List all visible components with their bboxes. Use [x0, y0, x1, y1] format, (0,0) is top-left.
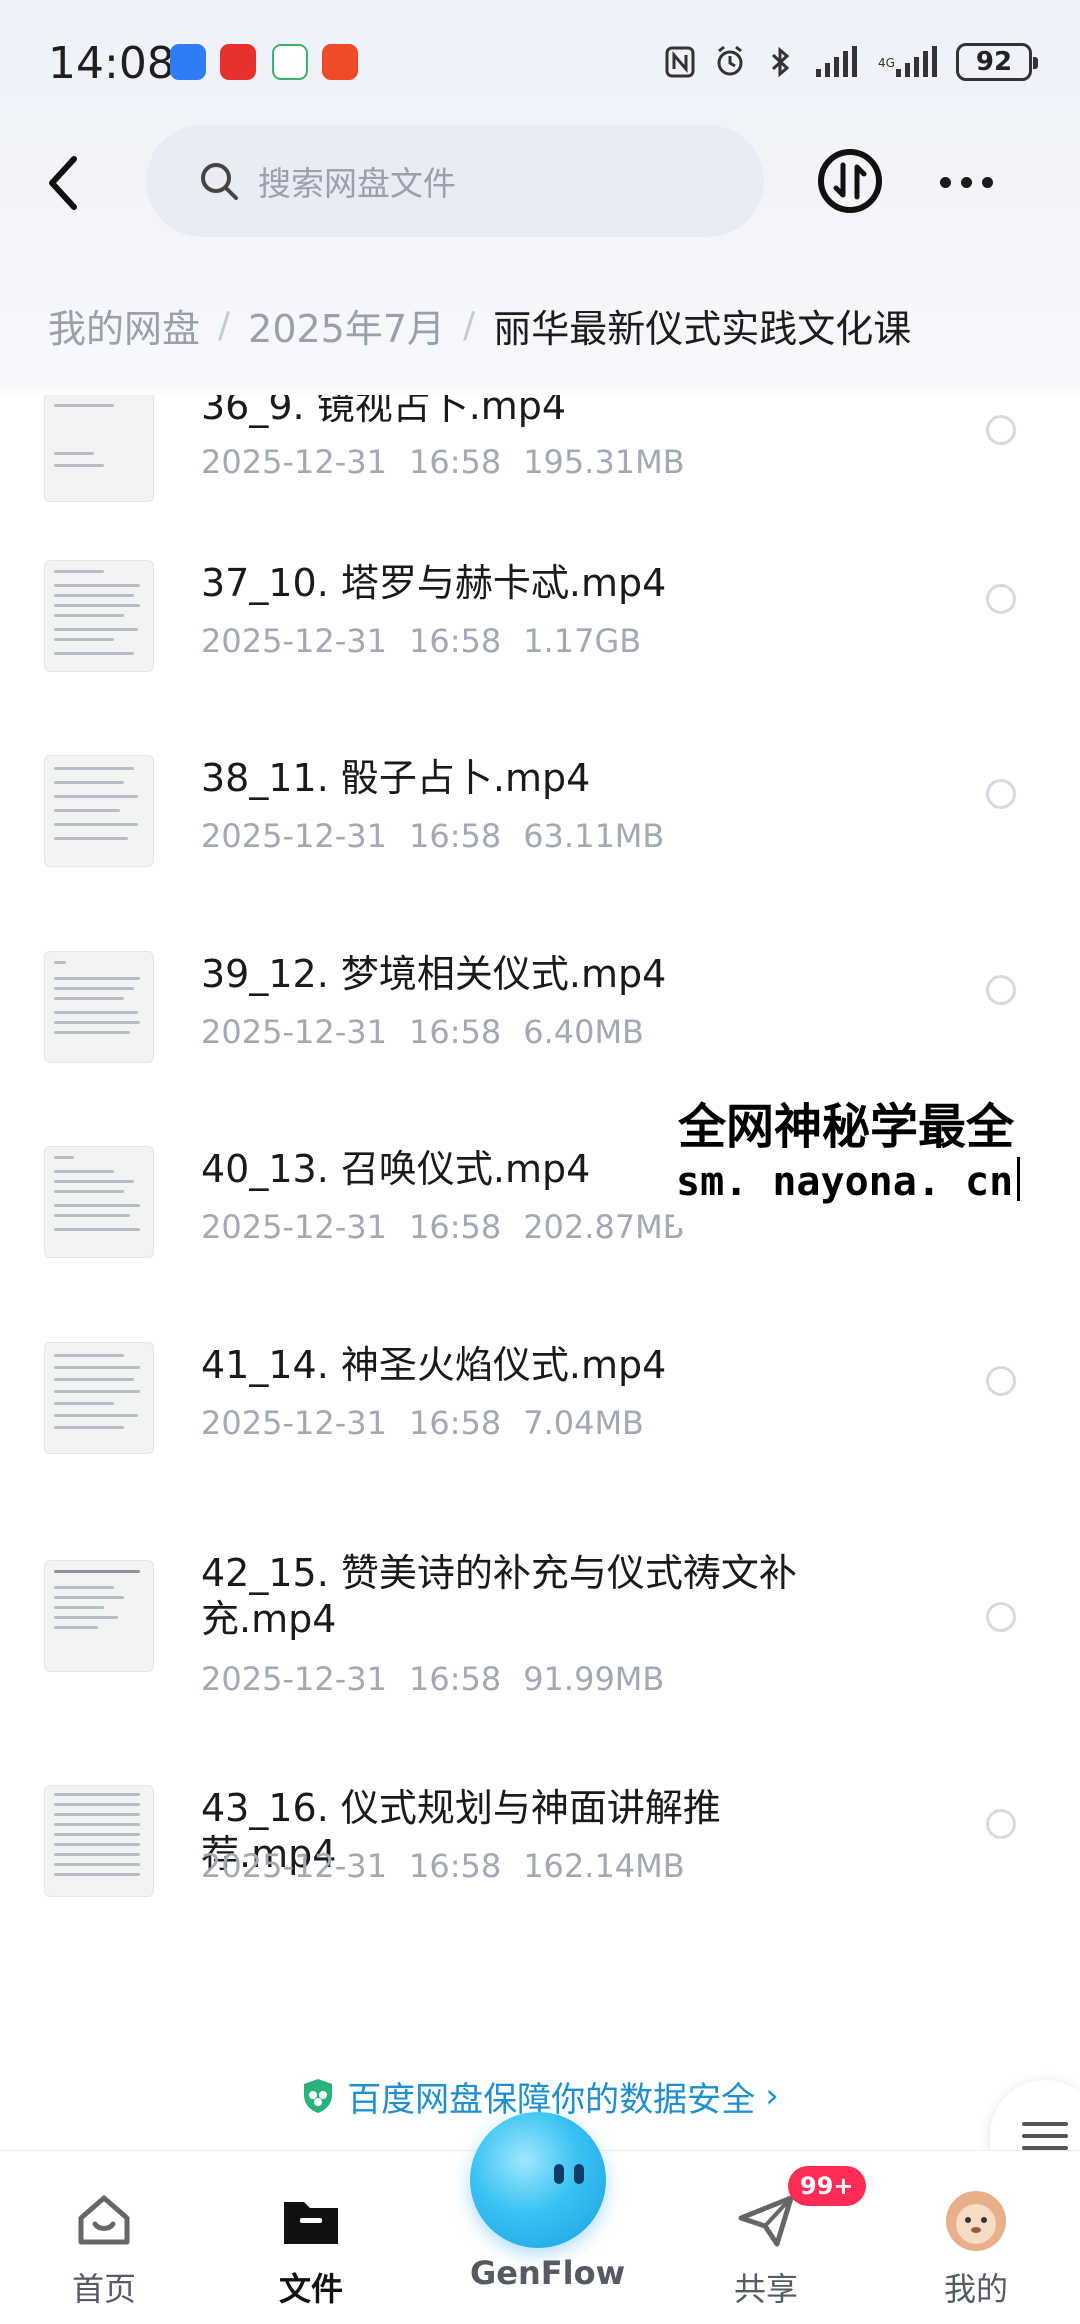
bluetooth-icon: [771, 46, 790, 78]
file-meta: 2025-12-31 16:58 91.99MB: [201, 1660, 665, 1698]
search-input[interactable]: 搜索网盘文件: [146, 125, 764, 237]
tab-files[interactable]: 文件: [241, 2188, 381, 2310]
video-thumbnail: [44, 755, 154, 867]
transfer-sort-icon[interactable]: [816, 147, 884, 215]
more-options-icon[interactable]: [940, 167, 1008, 197]
tab-genflow-label: GenFlow: [470, 2254, 626, 2292]
file-row[interactable]: 43_16. 仪式规划与神面讲解推荐.mp4 2025-12-31 16:58 16…: [0, 1785, 1080, 1955]
app-notification-icon: [170, 44, 206, 80]
video-thumbnail: [44, 1342, 154, 1454]
tab-files-label: 文件: [278, 2270, 343, 2308]
breadcrumb-separator: /: [218, 305, 231, 346]
file-row[interactable]: 38_11. 骰子占卜.mp4 2025-12-31 16:58 63.11MB: [0, 755, 1080, 925]
file-meta: 2025-12-31 16:58 7.04MB: [201, 1404, 644, 1442]
genflow-eye: [574, 2164, 584, 2184]
baidu-netdisk-file-list-screen: 14:08 4G 92 搜索网盘文件 我的网盘 / 2025年7月 / 丽华最新…: [0, 0, 1080, 2324]
file-name: 38_11. 骰子占卜.mp4: [201, 756, 591, 800]
watermark-title: 全网神秘学最全: [678, 1099, 1015, 1155]
search-icon: [201, 163, 238, 200]
file-name: 37_10. 塔罗与赫卡忒.mp4: [201, 561, 667, 605]
select-radio[interactable]: [986, 1366, 1016, 1396]
file-row[interactable]: 37_10. 塔罗与赫卡忒.mp4 2025-12-31 16:58 1.17GB: [0, 560, 1080, 730]
select-radio[interactable]: [986, 1602, 1016, 1632]
signal-icon: 4G: [878, 46, 937, 77]
send-icon: [738, 2195, 794, 2247]
breadcrumb-folder[interactable]: 2025年7月: [248, 298, 445, 353]
video-thumbnail: [44, 951, 154, 1063]
status-time: 14:08: [48, 38, 175, 89]
signal-icon: [816, 46, 857, 77]
alarm-icon: [717, 45, 743, 76]
file-meta: 2025-12-31 16:58 1.17GB: [201, 622, 642, 660]
video-thumbnail: [44, 1146, 154, 1258]
tab-home[interactable]: 首页: [34, 2188, 174, 2310]
folder-icon: [284, 2202, 338, 2244]
file-name: 39_12. 梦境相关仪式.mp4: [201, 952, 667, 996]
file-meta: 2025-12-31 16:58 63.11MB: [201, 817, 665, 855]
search-placeholder: 搜索网盘文件: [258, 164, 456, 203]
breadcrumb-current: 丽华最新仪式实践文化课: [493, 307, 912, 351]
file-name: 42_15. 赞美诗的补充与仪式祷文补充.mp4: [201, 1551, 797, 1641]
tab-share-label: 共享: [733, 2270, 798, 2308]
avatar: [946, 2191, 1006, 2251]
svg-text:4G: 4G: [878, 56, 895, 70]
file-meta: 2025-12-31 16:58 195.31MB: [201, 443, 685, 481]
video-thumbnail: [44, 1785, 154, 1897]
select-radio[interactable]: [986, 779, 1016, 809]
select-radio[interactable]: [986, 1809, 1016, 1839]
file-row[interactable]: 42_15. 赞美诗的补充与仪式祷文补充.mp4 2025-12-31 16:58…: [0, 1551, 1080, 1760]
tab-me-label: 我的: [943, 2270, 1008, 2308]
tab-me[interactable]: 我的: [906, 2188, 1046, 2310]
file-meta: 2025-12-31 16:58 6.40MB: [201, 1013, 644, 1051]
taobao-notification-icon: [322, 44, 358, 80]
breadcrumb-root[interactable]: 我的网盘: [48, 298, 200, 353]
status-bar: 14:08 4G 92: [0, 0, 1080, 130]
tab-share[interactable]: 共享: [696, 2188, 836, 2310]
app-notification-icon: [272, 44, 308, 80]
chevron-right-icon: ›: [765, 2076, 779, 2116]
back-arrow-icon[interactable]: [40, 151, 90, 215]
notification-badge: 99+: [788, 2166, 866, 2206]
select-radio[interactable]: [986, 415, 1016, 445]
watermark-overlay: 全网神秘学最全 sm. nayona. cn: [674, 1098, 1080, 1228]
genflow-assistant-button[interactable]: [470, 2112, 606, 2248]
file-row[interactable]: 39_12. 梦境相关仪式.mp4 2025-12-31 16:58 6.40MB: [0, 951, 1080, 1121]
tab-genflow[interactable]: GenFlow: [470, 2254, 626, 2292]
video-thumbnail: [44, 560, 154, 672]
app-notification-icon: [220, 44, 256, 80]
select-radio[interactable]: [986, 975, 1016, 1005]
file-row[interactable]: 36_9. 镜视占卜.mp4 2025-12-31 16:58 195.31MB: [0, 395, 1080, 515]
video-thumbnail: [44, 395, 154, 502]
breadcrumb-separator: /: [463, 305, 476, 346]
tab-home-label: 首页: [71, 2270, 136, 2308]
genflow-eye: [554, 2164, 564, 2184]
breadcrumb: 我的网盘 / 2025年7月 / 丽华最新仪式实践文化课: [48, 298, 911, 353]
nfc-icon: [665, 46, 695, 78]
shield-icon: [304, 2079, 333, 2113]
file-meta: 2025-12-31 16:58 202.87MB: [201, 1208, 685, 1246]
top-bar: 搜索网盘文件: [0, 125, 1080, 240]
file-row[interactable]: 41_14. 神圣火焰仪式.mp4 2025-12-31 16:58 7.04MB: [0, 1342, 1080, 1512]
file-name: 36_9. 镜视占卜.mp4: [201, 395, 567, 428]
battery-indicator: 92: [956, 43, 1038, 81]
home-icon: [78, 2195, 130, 2245]
select-radio[interactable]: [986, 584, 1016, 614]
file-name: 41_14. 神圣火焰仪式.mp4: [201, 1343, 667, 1387]
video-thumbnail: [44, 1560, 154, 1672]
watermark-url: sm. nayona. cn: [674, 1156, 1080, 1208]
file-meta: 2025-12-31 16:58 162.14MB: [201, 1847, 685, 1885]
